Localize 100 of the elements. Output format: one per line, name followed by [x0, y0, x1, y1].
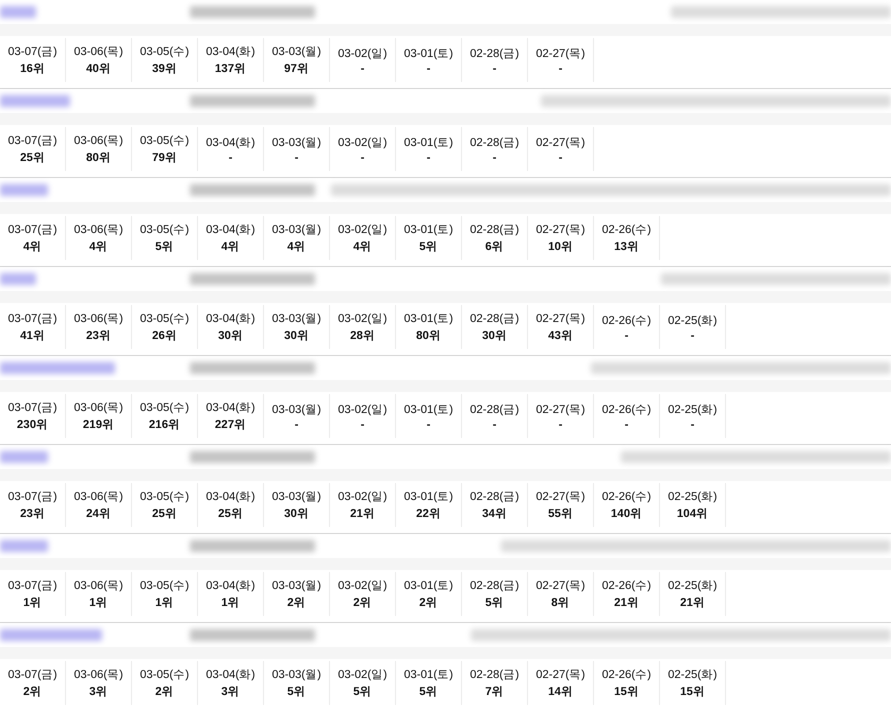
rank-value: 23위 — [86, 329, 111, 343]
rank-value: 15위 — [680, 685, 705, 699]
date-label: 02-26(수) — [602, 223, 652, 237]
rank-value: 14위 — [548, 685, 573, 699]
rank-value: 21위 — [680, 596, 705, 610]
date-label: 03-01(토) — [404, 312, 454, 326]
date-label: 03-02(일) — [338, 490, 388, 504]
rank-value: - — [426, 418, 430, 430]
date-label: 03-02(일) — [338, 46, 388, 60]
date-label: 02-25(화) — [668, 490, 718, 504]
blurred-title-drawing — [0, 273, 36, 285]
rank-value: 2위 — [23, 685, 42, 699]
blurred-title-drawing — [0, 6, 36, 18]
date-label: 03-03(월) — [272, 668, 322, 682]
rank-value: - — [360, 62, 364, 74]
rank-value: 39위 — [152, 62, 177, 76]
rank-value: 1위 — [89, 596, 108, 610]
rank-value: - — [426, 152, 430, 164]
rank-value: 4위 — [23, 240, 42, 254]
rank-value: 24위 — [86, 507, 111, 521]
date-label: 02-28(금) — [470, 490, 520, 504]
rank-value: - — [360, 418, 364, 430]
rank-value: 80위 — [86, 151, 111, 165]
rank-value: 28위 — [350, 329, 375, 343]
date-label: 02-25(화) — [668, 579, 718, 593]
date-label: 02-27(목) — [536, 402, 586, 416]
rank-value: - — [492, 418, 496, 430]
rank-value: - — [294, 418, 298, 430]
rank-value: 2위 — [287, 596, 306, 610]
rank-value: - — [690, 330, 694, 342]
rank-value: 3위 — [221, 685, 240, 699]
date-label: 03-07(금) — [8, 579, 58, 593]
date-label: 03-07(금) — [8, 45, 58, 59]
rank-value: 4위 — [221, 240, 240, 254]
rank-value: 30위 — [284, 507, 309, 521]
rank-value: 5위 — [485, 596, 504, 610]
rank-value: - — [492, 62, 496, 74]
date-label: 03-01(토) — [404, 402, 454, 416]
date-label: 03-05(수) — [140, 668, 190, 682]
rank-value: 216위 — [148, 418, 180, 432]
date-label: 03-04(화) — [206, 312, 256, 326]
rank-value: 104위 — [676, 507, 708, 521]
rank-value: - — [558, 152, 562, 164]
rank-value: 16위 — [20, 62, 45, 76]
rank-value: 23위 — [20, 507, 45, 521]
rank-value: 8위 — [551, 596, 570, 610]
date-label: 03-01(토) — [404, 136, 454, 150]
date-label: 03-03(월) — [272, 312, 322, 326]
rank-value: 5위 — [155, 240, 174, 254]
date-label: 03-05(수) — [140, 223, 190, 237]
date-label: 03-01(토) — [404, 223, 454, 237]
date-label: 03-02(일) — [338, 312, 388, 326]
rank-value: - — [492, 152, 496, 164]
rank-value: 5위 — [419, 240, 438, 254]
date-label: 03-04(화) — [206, 579, 256, 593]
date-label: 03-05(수) — [140, 401, 190, 415]
rank-value: 230위 — [16, 418, 48, 432]
date-label: 03-02(일) — [338, 136, 388, 150]
date-label: 03-06(목) — [74, 490, 124, 504]
rank-value: 140위 — [610, 507, 642, 521]
rank-value: 1위 — [23, 596, 42, 610]
rank-value: - — [624, 418, 628, 430]
date-label: 03-05(수) — [140, 312, 190, 326]
blurred-title-drawing — [0, 451, 48, 463]
rank-value: 2위 — [155, 685, 174, 699]
rank-value: 30위 — [482, 329, 507, 343]
rank-value: 10위 — [548, 240, 573, 254]
rank-value: 25위 — [218, 507, 243, 521]
date-label: 03-03(월) — [272, 45, 322, 59]
date-label: 03-07(금) — [8, 312, 58, 326]
rank-value: - — [294, 152, 298, 164]
date-label: 02-27(목) — [536, 223, 586, 237]
date-label: 03-02(일) — [338, 402, 388, 416]
date-label: 02-27(목) — [536, 46, 586, 60]
date-label: 03-06(목) — [74, 401, 124, 415]
rank-value: 227위 — [214, 418, 246, 432]
rank-value: - — [360, 152, 364, 164]
date-label: 02-25(화) — [668, 402, 718, 416]
date-label: 03-02(일) — [338, 223, 388, 237]
date-label: 02-27(목) — [536, 136, 586, 150]
rank-value: 1위 — [221, 596, 240, 610]
rank-value: 41위 — [20, 329, 45, 343]
rank-value: 21위 — [350, 507, 375, 521]
date-label: 03-06(목) — [74, 223, 124, 237]
rank-value: - — [558, 62, 562, 74]
rank-value: 5위 — [419, 685, 438, 699]
rank-value: 40위 — [86, 62, 111, 76]
date-label: 03-04(화) — [206, 401, 256, 415]
rank-value: 43위 — [548, 329, 573, 343]
date-label: 03-04(화) — [206, 45, 256, 59]
date-label: 03-07(금) — [8, 401, 58, 415]
rank-value: 15위 — [614, 685, 639, 699]
rank-value: - — [426, 62, 430, 74]
date-label: 02-26(수) — [602, 668, 652, 682]
date-label: 02-28(금) — [470, 312, 520, 326]
rank-value: 5위 — [287, 685, 306, 699]
rank-value: 219위 — [82, 418, 114, 432]
rank-value: 34위 — [482, 507, 507, 521]
rank-value: 137위 — [214, 62, 246, 76]
date-label: 02-28(금) — [470, 579, 520, 593]
